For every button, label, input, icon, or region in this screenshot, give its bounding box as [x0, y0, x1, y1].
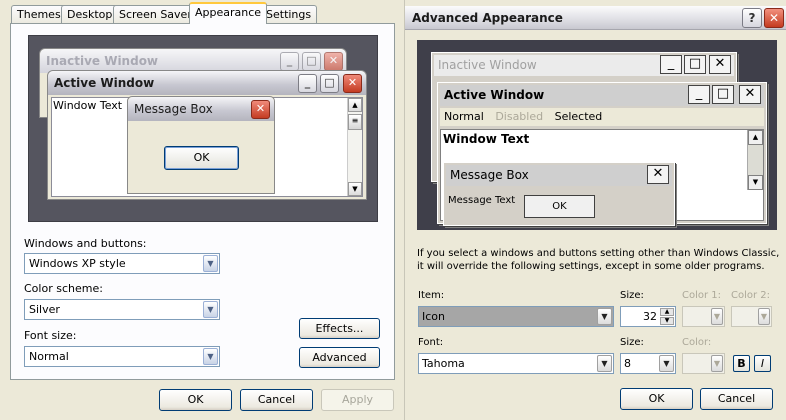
color-scheme-select[interactable]: Silver ▼	[24, 299, 220, 320]
tab-settings[interactable]: Settings	[260, 5, 318, 23]
chevron-down-icon: ▼	[758, 308, 770, 325]
scroll-down-icon: ▼	[348, 182, 362, 196]
font-select[interactable]: Tahoma ▼	[418, 353, 614, 374]
minimize-icon: _	[280, 52, 299, 71]
italic-toggle[interactable]: I	[754, 355, 771, 372]
minimize-icon: _	[660, 55, 682, 74]
tab-themes[interactable]: Themes	[11, 5, 67, 23]
window-text: Window Text	[443, 132, 530, 146]
font-label: Font:	[418, 337, 444, 348]
maximize-icon: □	[320, 74, 339, 93]
color2-label: Color 2:	[731, 290, 771, 301]
tab-desktop[interactable]: Desktop	[61, 5, 119, 23]
menu-disabled: Disabled	[495, 110, 544, 123]
font-size-label: Font size:	[24, 329, 77, 342]
scroll-thumb: ≡	[348, 114, 362, 130]
spin-up-icon[interactable]: ▲	[660, 308, 674, 316]
font-color-picker[interactable]: ▼	[682, 353, 725, 374]
scroll-up-icon: ▲	[348, 98, 362, 112]
close-icon: ✕	[324, 52, 343, 71]
scroll-down-icon: ▼	[748, 175, 763, 190]
chevron-down-icon: ▼	[711, 308, 723, 325]
color1-picker[interactable]: ▼	[682, 306, 725, 327]
message-box-title: Message Box	[446, 165, 672, 186]
item-select[interactable]: Icon ▼	[418, 306, 614, 327]
menu-normal: Normal	[444, 110, 484, 123]
preview-scrollbar: ▲ ≡ ▼	[347, 98, 362, 196]
tab-screen-saver[interactable]: Screen Saver	[113, 5, 198, 23]
chevron-down-icon: ▼	[203, 301, 218, 318]
font-size-select[interactable]: Normal ▼	[24, 346, 220, 367]
advanced-button[interactable]: Advanced	[299, 347, 380, 368]
ok-button[interactable]: OK	[159, 389, 232, 411]
tab-appearance[interactable]: Appearance	[189, 2, 268, 24]
close-icon: ✕	[251, 100, 270, 119]
item-size-spinner[interactable]: 32 ▲ ▼	[620, 306, 676, 327]
color1-label: Color 1:	[682, 290, 722, 301]
cancel-button[interactable]: Cancel	[700, 388, 773, 410]
chevron-down-icon: ▼	[711, 355, 723, 372]
font-color-label: Color:	[682, 337, 712, 348]
advanced-appearance-title-bar: Advanced Appearance ? ✕	[405, 6, 786, 30]
preview-ok-button: OK	[164, 146, 239, 170]
maximize-icon: □	[302, 52, 321, 71]
ok-button[interactable]: OK	[620, 388, 693, 410]
advanced-appearance-dialog: Advanced Appearance ? ✕ Inactive Window …	[404, 0, 786, 420]
dialog-title: Advanced Appearance	[412, 11, 563, 25]
minimize-icon: _	[688, 85, 710, 104]
font-size-label: Size:	[620, 337, 644, 348]
help-icon[interactable]: ?	[742, 8, 762, 28]
apply-button[interactable]: Apply	[321, 389, 394, 411]
override-info-text: If you select a windows and buttons sett…	[417, 248, 780, 272]
chevron-down-icon: ▼	[203, 255, 218, 272]
effects-button[interactable]: Effects...	[299, 318, 380, 339]
chevron-down-icon: ▼	[597, 355, 612, 372]
close-icon: ✕	[647, 165, 669, 184]
preview-message-box: Message Box ✕ Message Text OK	[443, 162, 675, 226]
maximize-icon: □	[684, 55, 706, 74]
close-icon: ✕	[709, 55, 731, 74]
color-scheme-label: Color scheme:	[24, 282, 103, 295]
active-window-title: Active Window	[48, 71, 366, 95]
font-size-select[interactable]: 8 ▼	[620, 353, 676, 374]
menu-selected: Selected	[554, 110, 603, 123]
item-label: Item:	[418, 290, 445, 301]
close-icon: ✕	[739, 85, 761, 104]
cancel-button[interactable]: Cancel	[240, 389, 313, 411]
preview-ok-button: OK	[524, 195, 595, 218]
item-size-label: Size:	[620, 290, 644, 301]
color2-picker[interactable]: ▼	[731, 306, 772, 327]
appearance-preview: Inactive Window _ □ ✕ Active Window _ □ …	[28, 35, 378, 222]
message-text: Message Text	[448, 195, 516, 206]
close-icon[interactable]: ✕	[764, 8, 784, 28]
display-properties-dialog: Themes Desktop Screen Saver Appearance S…	[0, 0, 404, 420]
chevron-down-icon: ▼	[203, 348, 218, 365]
advanced-preview[interactable]: Inactive Window _ □ ✕ Active Window _ □ …	[417, 40, 777, 230]
preview-message-box: Message Box ✕ OK	[127, 96, 275, 194]
chevron-down-icon: ▼	[597, 308, 612, 325]
chevron-down-icon: ▼	[659, 355, 674, 372]
bold-toggle[interactable]: B	[733, 355, 750, 372]
windows-and-buttons-label: Windows and buttons:	[24, 237, 147, 250]
scroll-up-icon: ▲	[748, 130, 763, 145]
preview-menu-bar: Normal Disabled Selected	[440, 108, 764, 126]
maximize-icon: □	[712, 85, 734, 104]
preview-scrollbar: ▲ ▼	[747, 130, 763, 190]
close-icon: ✕	[343, 74, 362, 93]
minimize-icon: _	[298, 74, 317, 93]
spin-down-icon[interactable]: ▼	[660, 317, 674, 325]
window-text: Window Text	[53, 99, 123, 112]
windows-and-buttons-select[interactable]: Windows XP style ▼	[24, 253, 220, 274]
